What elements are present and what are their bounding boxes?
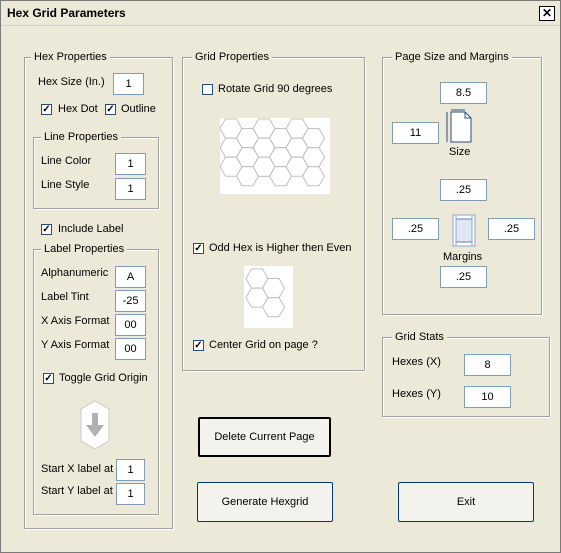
dialog-window: Hex Grid Parameters ✕ Hex Properties Hex… — [0, 0, 561, 553]
x-axis-format-label: X Axis Format — [41, 315, 110, 327]
odd-hex-preview — [244, 266, 293, 328]
margin-right-input[interactable]: .25 — [488, 218, 535, 240]
margins-caption: Margins — [443, 251, 483, 263]
rotate-grid-checkbox[interactable] — [202, 84, 213, 95]
hex-dot-label: Hex Dot — [58, 103, 98, 115]
hex-cell — [261, 297, 286, 318]
size-caption: Size — [449, 146, 471, 158]
line-color-label: Line Color — [41, 155, 92, 167]
line-properties-title: Line Properties — [41, 131, 121, 143]
page-width-input[interactable]: 8.5 — [440, 82, 487, 104]
line-color-input[interactable]: 1 — [115, 153, 146, 175]
margin-bottom-input[interactable]: .25 — [440, 266, 487, 288]
exit-button-label: Exit — [456, 496, 476, 508]
hex-grid-preview — [220, 118, 330, 194]
margin-top-input[interactable]: .25 — [440, 179, 487, 201]
generate-button-label: Generate Hexgrid — [221, 496, 309, 508]
hex-properties-title: Hex Properties — [31, 51, 110, 63]
close-button[interactable]: ✕ — [539, 6, 555, 21]
hex-cell — [261, 278, 286, 299]
label-properties-title: Label Properties — [41, 243, 128, 255]
outline-label: Outline — [121, 103, 156, 115]
y-axis-format-label: Y Axis Format — [41, 339, 110, 351]
hex-size-input[interactable]: 1 — [113, 73, 144, 95]
toggle-origin-label: Toggle Grid Origin — [59, 372, 148, 384]
generate-button[interactable]: Generate Hexgrid — [197, 482, 333, 522]
odd-hex-label: Odd Hex is Higher then Even — [209, 242, 352, 254]
hex-grid-icon — [220, 118, 326, 187]
outline-checkbox[interactable]: ✓ — [105, 104, 116, 115]
rotate-grid-label: Rotate Grid 90 degrees — [218, 83, 333, 95]
line-style-input[interactable]: 1 — [115, 178, 146, 200]
odd-hex-icon — [245, 268, 286, 318]
exit-button[interactable]: Exit — [398, 482, 534, 522]
hex-cell — [301, 128, 326, 149]
label-tint-input[interactable]: -25 — [115, 290, 146, 312]
hexes-y-label: Hexes (Y) — [392, 388, 441, 400]
hexes-x-input[interactable]: 8 — [464, 354, 511, 376]
center-grid-checkbox[interactable]: ✓ — [193, 340, 204, 351]
hex-cell — [301, 147, 326, 168]
alphanumeric-input[interactable]: A — [115, 266, 146, 288]
alphanumeric-label: Alphanumeric — [41, 267, 109, 279]
hex-size-label: Hex Size (In.) — [38, 76, 105, 88]
grid-properties-title: Grid Properties — [192, 51, 272, 63]
grid-stats-title: Grid Stats — [392, 331, 447, 343]
page-size-icon — [446, 109, 472, 143]
grid-origin-preview[interactable] — [79, 399, 111, 451]
hex-cell — [301, 166, 326, 187]
margins-graphic: Margins — [442, 213, 486, 265]
start-y-input[interactable]: 1 — [116, 483, 145, 505]
odd-hex-checkbox[interactable]: ✓ — [193, 243, 204, 254]
include-label-checkbox[interactable]: ✓ — [41, 224, 52, 235]
start-y-label: Start Y label at — [41, 485, 113, 497]
page-margins-icon — [452, 214, 476, 247]
start-x-label: Start X label at — [41, 463, 114, 475]
hexes-x-label: Hexes (X) — [392, 356, 441, 368]
start-x-input[interactable]: 1 — [116, 459, 145, 481]
label-tint-label: Label Tint — [41, 291, 89, 303]
margin-left-input[interactable]: .25 — [392, 218, 439, 240]
line-style-label: Line Style — [41, 179, 90, 191]
page-size-title: Page Size and Margins — [392, 51, 512, 63]
delete-page-button[interactable]: Delete Current Page — [198, 417, 331, 457]
close-icon: ✕ — [541, 6, 553, 20]
center-grid-label: Center Grid on page ? — [209, 339, 318, 351]
hexes-y-input[interactable]: 10 — [464, 386, 511, 408]
hex-arrow-icon — [80, 400, 110, 450]
delete-page-button-label: Delete Current Page — [214, 431, 315, 443]
title-bar: Hex Grid Parameters ✕ — [1, 1, 560, 26]
page-height-input[interactable]: 11 — [392, 122, 439, 144]
window-title: Hex Grid Parameters — [7, 6, 126, 20]
hex-dot-checkbox[interactable]: ✓ — [41, 104, 52, 115]
size-graphic: Size — [442, 109, 476, 159]
toggle-origin-checkbox[interactable]: ✓ — [43, 373, 54, 384]
include-label-label: Include Label — [58, 223, 124, 235]
y-axis-format-input[interactable]: 00 — [115, 338, 146, 360]
x-axis-format-input[interactable]: 00 — [115, 314, 146, 336]
